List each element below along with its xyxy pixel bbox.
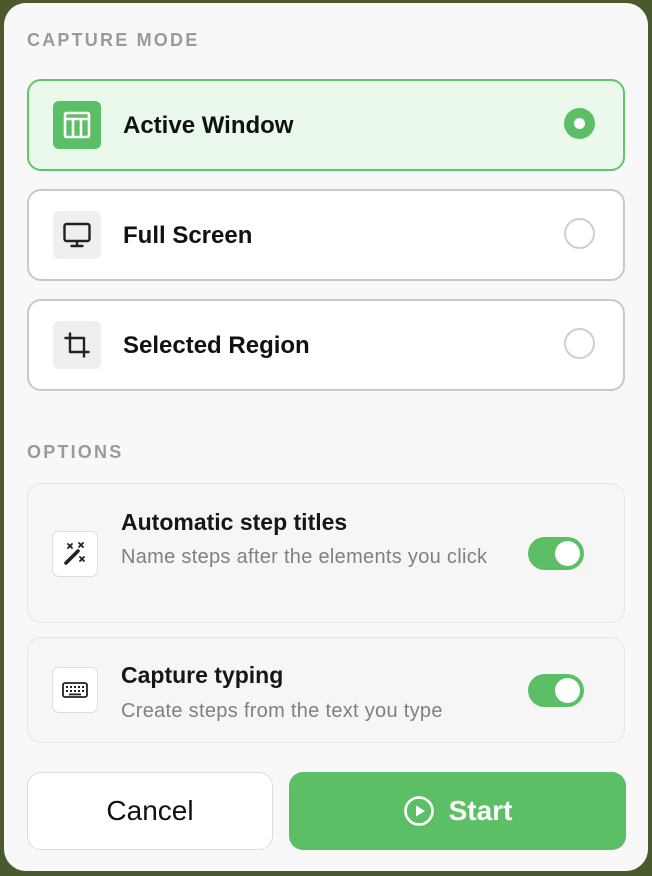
toggle-automatic-step-titles[interactable] [528,537,584,570]
mode-label: Full Screen [123,222,253,249]
crop-icon [53,321,101,369]
radio-active-window[interactable] [564,108,595,139]
magic-wand-icon [52,531,98,577]
option-description: Name steps after the elements you click [121,546,488,568]
option-title: Automatic step titles [121,509,348,535]
mode-option-full-screen[interactable]: Full Screen [27,189,625,281]
radio-selected-region[interactable] [564,328,595,359]
option-description: Create steps from the text you type [121,700,443,722]
cancel-button[interactable]: Cancel [27,772,273,850]
mode-label: Selected Region [123,332,310,359]
toggle-capture-typing[interactable] [528,674,584,707]
play-circle-icon [403,795,435,827]
monitor-icon [53,211,101,259]
keyboard-icon [52,667,98,713]
option-capture-typing: Capture typing Create steps from the tex… [27,637,625,743]
mode-option-selected-region[interactable]: Selected Region [27,299,625,391]
toggle-knob [555,678,580,703]
mode-label: Active Window [123,112,294,139]
window-icon [53,101,101,149]
option-automatic-step-titles: Automatic step titles Name steps after t… [27,483,625,623]
option-title: Capture typing [121,662,284,688]
options-header: OPTIONS [27,442,124,462]
mode-option-active-window[interactable]: Active Window [27,79,625,171]
radio-full-screen[interactable] [564,218,595,249]
start-button[interactable]: Start [289,772,626,850]
capture-mode-header: CAPTURE MODE [27,30,200,50]
toggle-knob [555,541,580,566]
capture-settings-panel: CAPTURE MODE Active Window Full Screen S… [4,3,648,871]
start-label: Start [448,795,513,826]
